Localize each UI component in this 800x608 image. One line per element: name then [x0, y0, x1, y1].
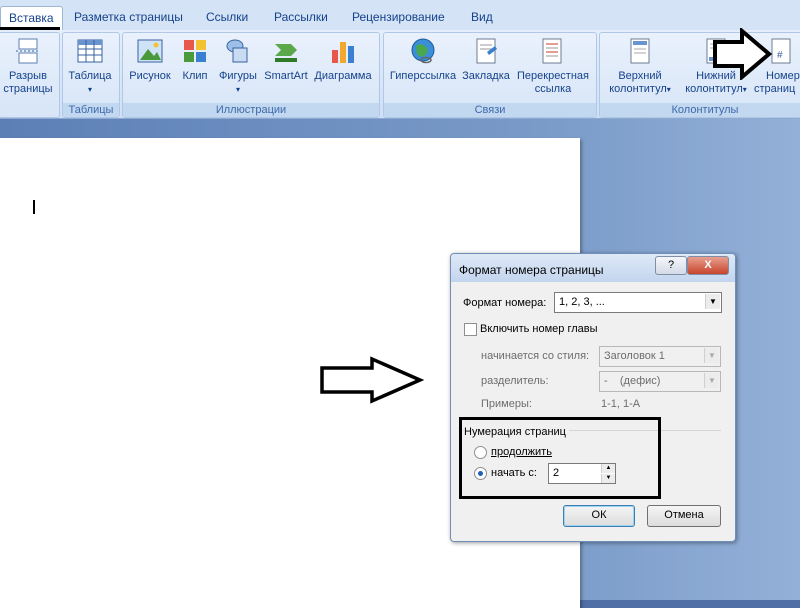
include-chapter-checkbox[interactable]: [464, 323, 477, 336]
globe-link-icon: [411, 38, 435, 64]
annotation-arrow-right-icon: [713, 28, 772, 80]
ok-button[interactable]: ОК: [563, 505, 635, 527]
picture-label: Рисунок: [129, 70, 171, 82]
group-illustrations-label: Иллюстрации: [123, 103, 379, 117]
header-label-2: колонтитул: [609, 83, 667, 95]
bookmark-label: Закладка: [462, 70, 510, 82]
separator-select[interactable]: - (дефис) ▼: [599, 371, 721, 392]
tab-page-layout[interactable]: Разметка страницы: [66, 7, 191, 28]
cancel-button[interactable]: Отмена: [647, 505, 721, 527]
cross-reference-label-2: ссылка: [534, 83, 572, 95]
tab-mailings[interactable]: Рассылки: [266, 7, 336, 28]
bookmark-button[interactable]: Закладка: [460, 36, 512, 83]
page-break-label-2: страницы: [3, 83, 53, 95]
group-links-label: Связи: [384, 103, 596, 117]
tab-view[interactable]: Вид: [463, 7, 501, 28]
examples-label: Примеры:: [481, 398, 532, 410]
examples-value: 1-1, 1-A: [601, 398, 641, 410]
chevron-down-icon: ▼: [704, 348, 719, 363]
smartart-button[interactable]: SmartArt: [262, 36, 310, 83]
chevron-down-icon: ▼: [704, 373, 719, 388]
page-break-label-1: Разрыв: [9, 70, 47, 82]
starts-with-style-value: Заголовок 1: [604, 350, 665, 362]
annotation-arrow-right-icon: [320, 356, 424, 404]
tab-references[interactable]: Ссылки: [198, 7, 256, 28]
close-button[interactable]: X: [687, 256, 729, 275]
table-label: Таблица: [68, 70, 112, 82]
hyperlink-label: Гиперссылка: [389, 70, 457, 82]
shapes-icon: [226, 39, 248, 63]
clip-button[interactable]: Клип: [178, 36, 212, 83]
svg-text:#: #: [777, 50, 783, 61]
shapes-label: Фигуры: [219, 70, 257, 82]
number-format-value: 1, 2, 3, ...: [559, 296, 605, 308]
page-break-button[interactable]: Разрыв страницы: [0, 36, 56, 96]
chevron-down-icon: ▾: [666, 85, 671, 94]
clip-label: Клип: [182, 70, 208, 82]
smartart-icon: [275, 44, 297, 62]
text-cursor: [33, 200, 35, 214]
annotation-highlight-box: [459, 417, 661, 499]
number-format-label: Формат номера:: [463, 297, 547, 309]
dialog-title: Формат номера страницы: [459, 263, 604, 277]
chevron-down-icon: ▾: [235, 85, 240, 94]
picture-icon: [137, 39, 163, 63]
page-number-label-2: страниц: [754, 83, 796, 95]
include-chapter-label: Включить номер главы: [480, 323, 598, 335]
cross-reference-label-1: Перекрестная: [517, 70, 589, 82]
shapes-button[interactable]: Фигуры ▾: [216, 36, 260, 96]
group-headers-label: Колонтитулы: [600, 103, 800, 117]
hyperlink-button[interactable]: Гиперссылка: [387, 36, 459, 83]
separator-value: - (дефис): [604, 375, 661, 387]
separator-label: разделитель:: [481, 375, 549, 387]
page-break-icon: [16, 38, 40, 64]
chevron-down-icon: ▾: [742, 85, 747, 94]
chart-button[interactable]: Диаграмма: [312, 36, 374, 83]
footer-label-2: колонтитул: [685, 83, 743, 95]
tab-review[interactable]: Рецензирование: [344, 7, 453, 28]
starts-with-style-label: начинается со стиля:: [481, 350, 590, 362]
header-button[interactable]: Верхний колонтитул▾: [603, 36, 677, 96]
picture-button[interactable]: Рисунок: [126, 36, 174, 83]
smartart-label: SmartArt: [264, 70, 308, 82]
chevron-down-icon: ▾: [87, 85, 92, 94]
clipart-icon: [184, 40, 206, 62]
chart-label: Диаграмма: [314, 70, 372, 82]
group-tables-label: Таблицы: [63, 103, 119, 117]
chart-icon: [332, 42, 354, 63]
table-button[interactable]: Таблица ▾: [64, 36, 116, 96]
chevron-down-icon: ▼: [705, 294, 720, 309]
table-icon: [77, 39, 103, 63]
cross-reference-icon: [542, 38, 562, 64]
starts-with-style-select[interactable]: Заголовок 1 ▼: [599, 346, 721, 367]
help-button[interactable]: ?: [655, 256, 687, 275]
header-icon: [630, 38, 650, 64]
bookmark-icon: [476, 38, 497, 64]
number-format-select[interactable]: 1, 2, 3, ... ▼: [554, 292, 722, 313]
cross-reference-button[interactable]: Перекрестная ссылка: [514, 36, 592, 96]
header-label-1: Верхний: [618, 70, 662, 82]
